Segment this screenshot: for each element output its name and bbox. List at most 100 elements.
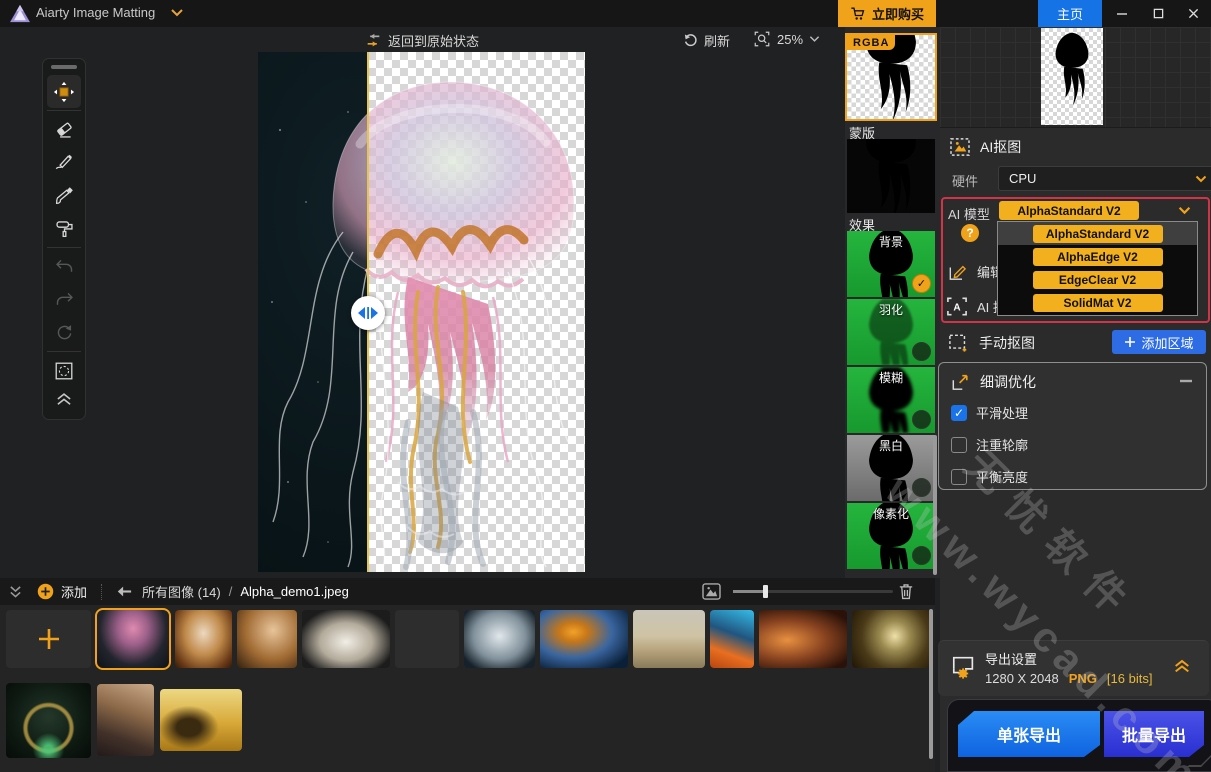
model-option[interactable]: EdgeClear V2 (998, 268, 1197, 291)
home-button[interactable]: 主页 (1038, 0, 1102, 27)
filmstrip-scrollbar[interactable] (929, 609, 933, 759)
finetune-title: 细调优化 (951, 372, 1036, 392)
effect-badge[interactable] (912, 478, 931, 497)
thumb-fairy-figure[interactable] (175, 610, 232, 668)
reset-history-button[interactable] (47, 316, 81, 349)
slider-thumb[interactable] (763, 585, 768, 598)
canvas-image-region[interactable] (258, 52, 585, 572)
effect-badge[interactable] (912, 410, 931, 429)
reset-to-original-button[interactable]: 返回到原始状态 (365, 31, 479, 50)
smart-pen-tool[interactable] (47, 146, 81, 179)
plus-icon (37, 627, 61, 651)
collapse-tools-button[interactable] (47, 387, 81, 411)
ai-model-value[interactable]: AlphaStandard V2 (999, 201, 1139, 220)
rgba-tab[interactable]: RGBA (847, 35, 895, 50)
effect-background[interactable]: 背景 ✓ (847, 231, 935, 297)
effects-scrollbar[interactable] (933, 435, 937, 575)
edit-row[interactable]: 编辑 (948, 262, 1003, 281)
thumb-jellyfish-pink[interactable] (97, 610, 169, 668)
buy-now-button[interactable]: 立即购买 (838, 0, 936, 27)
option-smooth: 平滑处理 (951, 403, 1028, 422)
cart-icon (850, 6, 866, 21)
eraser-icon (54, 119, 75, 140)
thumb-white-lion[interactable] (302, 610, 390, 668)
move-tool[interactable] (47, 75, 81, 108)
effect-feather[interactable]: 羽化 (847, 299, 935, 365)
tools-divider (47, 110, 81, 111)
roller-tool[interactable] (47, 212, 81, 245)
minimize-button[interactable] (1104, 0, 1140, 27)
chevron-down-icon (1195, 175, 1207, 183)
app-menu-chevron-icon[interactable] (170, 8, 184, 18)
thumb-alpaca-family[interactable] (633, 610, 705, 668)
collapse-filmstrip-icon[interactable] (8, 585, 23, 598)
brush-tool[interactable] (47, 179, 81, 212)
marquee-icon (53, 360, 75, 382)
pen-icon (54, 152, 75, 173)
thumb-neon-woman[interactable] (710, 610, 754, 668)
add-image-tile[interactable] (6, 610, 91, 668)
navigator-preview[interactable] (940, 27, 1211, 128)
thumb-cat-meadow[interactable] (160, 689, 242, 751)
export-settings-panel[interactable]: 导出设置 1280 X 2048 PNG [16 bits] (938, 640, 1209, 696)
compare-divider-handle[interactable] (351, 296, 385, 330)
model-chevron-icon[interactable] (1178, 206, 1191, 215)
effect-blur[interactable]: 模糊 (847, 367, 935, 433)
add-images-button[interactable]: 添加 (37, 582, 87, 601)
delete-trash-icon[interactable] (898, 583, 914, 600)
navigator-thumb (1041, 28, 1103, 125)
undo-button[interactable] (47, 250, 81, 283)
model-option[interactable]: AlphaEdge V2 (998, 245, 1197, 268)
buy-now-label: 立即购买 (872, 4, 924, 23)
thumb-size-icon (702, 583, 721, 600)
effect-blackwhite[interactable]: 黑白 (847, 435, 935, 501)
thumb-fox-portrait[interactable] (237, 610, 297, 668)
ai-matting-icon (950, 138, 970, 156)
close-button[interactable] (1175, 0, 1211, 27)
contour-checkbox[interactable] (951, 437, 967, 453)
effect-checked-badge[interactable]: ✓ (912, 274, 931, 293)
add-region-button[interactable]: 添加区域 (1112, 330, 1206, 354)
thumb-woman-night[interactable] (97, 684, 154, 756)
export-dock: 单张导出 批量导出 (947, 699, 1211, 772)
effect-badge[interactable] (912, 546, 931, 565)
breadcrumb-all-images[interactable]: 所有图像 (14) (142, 582, 221, 601)
brightness-checkbox[interactable] (951, 469, 967, 485)
effect-pixelate[interactable]: 像素化 (847, 503, 935, 569)
thumb-night-crowd[interactable] (759, 610, 847, 668)
smooth-checkbox[interactable] (951, 405, 967, 421)
brush-icon (54, 185, 75, 206)
tools-drag-handle[interactable] (51, 65, 77, 69)
thumb-white-bird[interactable] (395, 610, 459, 668)
app-window: Aiarty Image Matting 立即购买 主页 返回到原始状态 刷新 … (0, 0, 1211, 772)
redo-icon (54, 289, 75, 310)
collapse-minus-icon[interactable] (1179, 379, 1193, 383)
refresh-button[interactable]: 刷新 (683, 31, 730, 50)
eraser-tool[interactable] (47, 113, 81, 146)
mask-preview-thumb[interactable] (847, 139, 935, 213)
rgba-preview-thumb[interactable]: RGBA (847, 35, 935, 119)
thumb-white-dress[interactable] (464, 610, 535, 668)
thumb-orange-jellyfish[interactable] (540, 610, 628, 668)
model-help-icon[interactable]: ? (961, 224, 979, 242)
right-panel: AI抠图 硬件 CPU AI 模型 AlphaStandard V2 ? 编辑 … (940, 27, 1211, 772)
zoom-control[interactable]: 25% (753, 30, 820, 48)
thumb-size-slider[interactable] (733, 590, 893, 593)
effect-badge[interactable] (912, 342, 931, 361)
model-option[interactable]: SolidMat V2 (998, 291, 1197, 314)
model-option[interactable]: AlphaStandard V2 (998, 222, 1197, 245)
marquee-select-tool[interactable] (47, 354, 81, 387)
export-batch-button[interactable]: 批量导出 (1104, 711, 1204, 757)
refresh-icon (683, 33, 698, 48)
manual-matting-icon (949, 334, 969, 353)
export-single-button[interactable]: 单张导出 (958, 711, 1100, 757)
export-collapse-icon[interactable] (1173, 658, 1191, 674)
redo-button[interactable] (47, 283, 81, 316)
export-title: 导出设置 (985, 649, 1037, 668)
hardware-select[interactable]: CPU (998, 166, 1211, 191)
maximize-button[interactable] (1140, 0, 1176, 27)
thumb-spider-web[interactable] (852, 610, 930, 668)
back-arrow-icon[interactable] (116, 585, 132, 598)
undo-icon (54, 256, 75, 277)
thumb-emerald-necklace[interactable] (6, 683, 91, 758)
